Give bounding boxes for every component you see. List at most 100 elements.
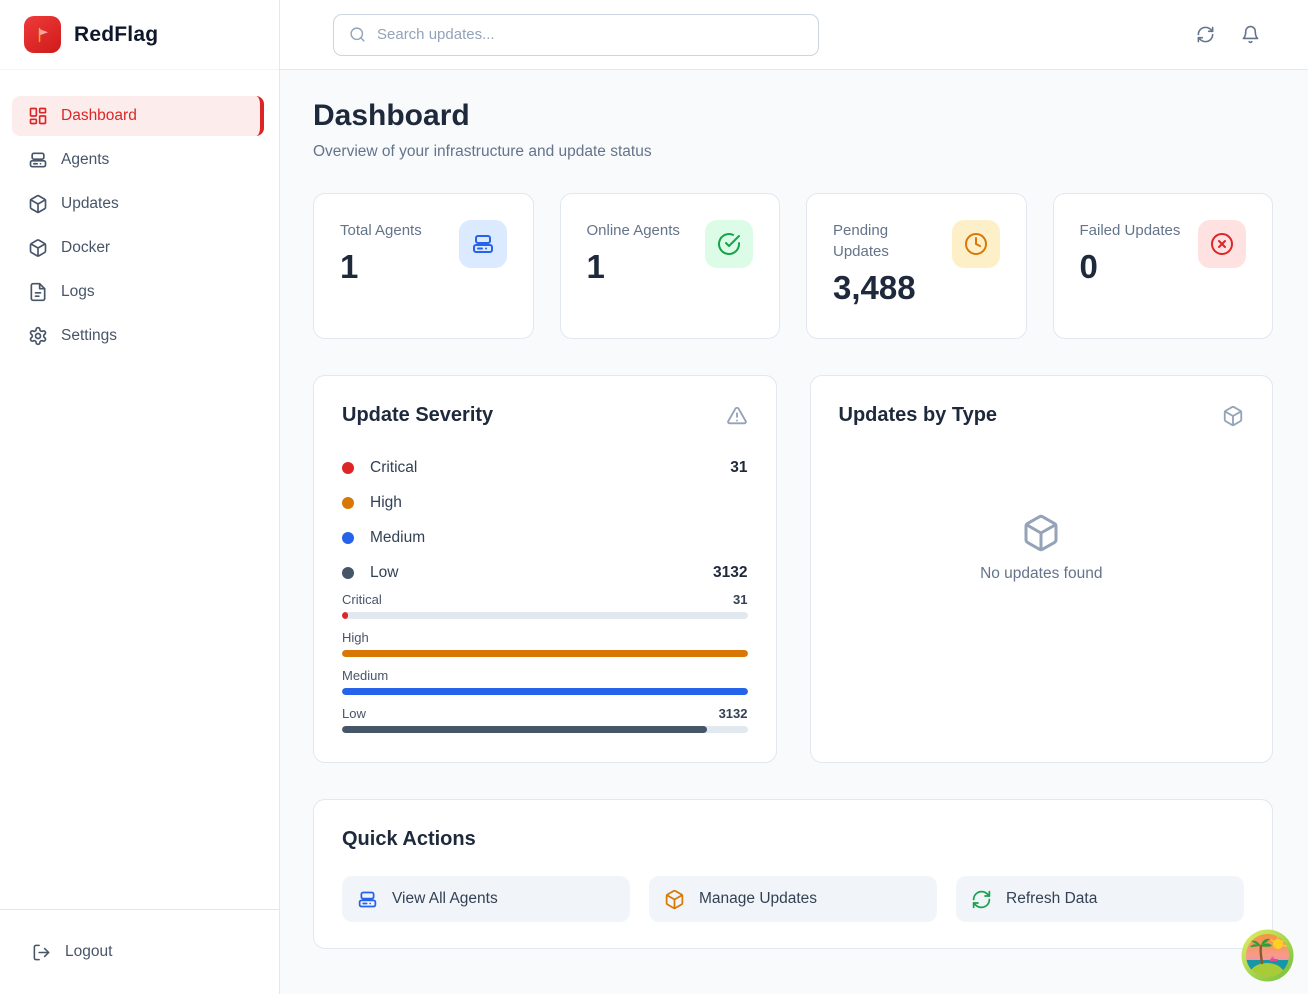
quick-action-label: Manage Updates [699, 890, 817, 908]
severity-legend: Critical 31 High Medium [342, 450, 748, 590]
sidebar-item-agents[interactable]: Agents [12, 140, 264, 180]
package-icon [28, 194, 48, 214]
refresh-icon [1196, 25, 1215, 44]
container-icon [28, 238, 48, 258]
server-icon [459, 220, 507, 268]
stats-grid: Total Agents 1 Online Agents 1 [313, 193, 1273, 339]
sidebar-spacer [0, 356, 279, 909]
tropical-island-badge[interactable] [1241, 929, 1294, 982]
critical-dot-icon [342, 462, 354, 474]
brand-name: RedFlag [74, 23, 158, 47]
package-icon [1021, 513, 1061, 553]
bar-row-medium: Medium [342, 668, 748, 695]
server-icon [28, 150, 48, 170]
stat-card-total-agents: Total Agents 1 [313, 193, 534, 339]
low-bar [342, 726, 707, 733]
flag-icon [24, 16, 61, 53]
panel-title: Updates by Type [839, 404, 998, 427]
server-icon [357, 889, 378, 910]
quick-actions-panel: Quick Actions View All Agents Manage Upd… [313, 799, 1273, 949]
search-box[interactable] [333, 14, 819, 56]
low-dot-icon [342, 567, 354, 579]
package-icon [1222, 405, 1244, 427]
bar-label: Low [342, 706, 366, 721]
legend-label: Medium [370, 529, 425, 547]
file-text-icon [28, 282, 48, 302]
legend-value: 3132 [713, 564, 747, 582]
bar-label: Medium [342, 668, 388, 683]
stat-value: 0 [1080, 248, 1181, 286]
sidebar-item-updates[interactable]: Updates [12, 184, 264, 224]
search-icon [349, 26, 366, 43]
package-icon [664, 889, 685, 910]
alert-triangle-icon [726, 405, 748, 427]
quick-action-label: Refresh Data [1006, 890, 1097, 908]
updates-by-type-panel: Updates by Type No updates found [810, 375, 1274, 763]
view-all-agents-button[interactable]: View All Agents [342, 876, 630, 922]
stat-value: 1 [340, 248, 422, 286]
stat-label: Total Agents [340, 220, 422, 241]
bar-row-critical: Critical 31 [342, 592, 748, 619]
notifications-button[interactable] [1237, 21, 1264, 48]
empty-state: No updates found [839, 427, 1245, 583]
manage-updates-button[interactable]: Manage Updates [649, 876, 937, 922]
stat-card-pending-updates: Pending Updates 3,488 [806, 193, 1027, 339]
bar-label: Critical [342, 592, 382, 607]
sidebar-nav: Dashboard Agents Updates Docker [0, 70, 279, 356]
bar-row-low: Low 3132 [342, 706, 748, 733]
stat-card-online-agents: Online Agents 1 [560, 193, 781, 339]
medium-bar [342, 688, 748, 695]
logout-label: Logout [65, 943, 112, 961]
logout-icon [32, 943, 51, 962]
legend-row-high: High [342, 485, 748, 520]
sidebar-item-label: Dashboard [61, 107, 137, 125]
brand-header: RedFlag [0, 0, 279, 70]
stat-card-failed-updates: Failed Updates 0 [1053, 193, 1274, 339]
bar-value: 3132 [719, 706, 748, 721]
stat-label: Failed Updates [1080, 220, 1181, 241]
logout-button[interactable]: Logout [16, 934, 128, 970]
legend-label: Critical [370, 459, 417, 477]
content: Dashboard Overview of your infrastructur… [280, 70, 1308, 994]
sidebar-item-settings[interactable]: Settings [12, 316, 264, 356]
legend-value: 31 [730, 459, 747, 477]
sidebar-item-dashboard[interactable]: Dashboard [12, 96, 264, 136]
bar-label: High [342, 630, 369, 645]
charts-grid: Update Severity Critical 31 [313, 375, 1273, 763]
high-dot-icon [342, 497, 354, 509]
search-input[interactable] [377, 26, 803, 43]
panel-title: Update Severity [342, 404, 493, 427]
sidebar-item-label: Docker [61, 239, 110, 257]
sidebar-item-label: Settings [61, 327, 117, 345]
sidebar-item-label: Agents [61, 151, 109, 169]
stat-value: 3,488 [833, 269, 943, 307]
medium-dot-icon [342, 532, 354, 544]
page-title: Dashboard [313, 97, 1273, 135]
bar-row-high: High [342, 630, 748, 657]
sidebar-item-label: Updates [61, 195, 119, 213]
update-severity-panel: Update Severity Critical 31 [313, 375, 777, 763]
sidebar-item-label: Logs [61, 283, 95, 301]
stat-value: 1 [587, 248, 680, 286]
high-bar [342, 650, 748, 657]
quick-actions-row: View All Agents Manage Updates Refresh D… [342, 876, 1244, 922]
clock-icon [952, 220, 1000, 268]
logout-section: Logout [0, 909, 279, 994]
check-circle-icon [705, 220, 753, 268]
empty-state-text: No updates found [980, 565, 1102, 583]
refresh-button[interactable] [1192, 21, 1219, 48]
legend-row-critical: Critical 31 [342, 450, 748, 485]
sidebar-item-logs[interactable]: Logs [12, 272, 264, 312]
stat-label: Online Agents [587, 220, 680, 241]
x-circle-icon [1198, 220, 1246, 268]
sidebar: RedFlag Dashboard Agents Updates [0, 0, 280, 994]
app-window: RedFlag Dashboard Agents Updates [0, 0, 1308, 994]
quick-action-label: View All Agents [392, 890, 498, 908]
legend-row-medium: Medium [342, 520, 748, 555]
refresh-data-button[interactable]: Refresh Data [956, 876, 1244, 922]
refresh-icon [971, 889, 992, 910]
stat-label: Pending Updates [833, 220, 943, 262]
page-subtitle: Overview of your infrastructure and upda… [313, 141, 1273, 163]
severity-bars: Critical 31 High [342, 592, 748, 733]
sidebar-item-docker[interactable]: Docker [12, 228, 264, 268]
